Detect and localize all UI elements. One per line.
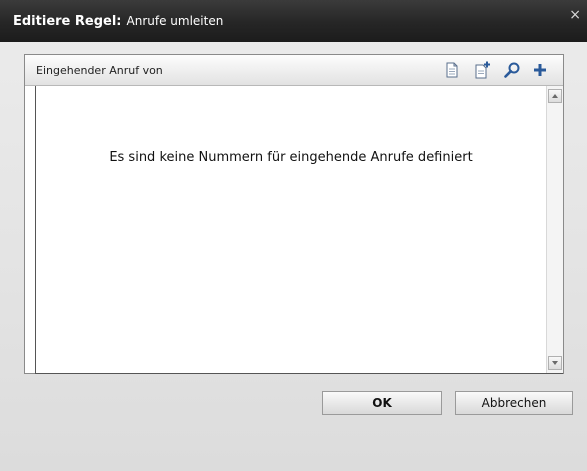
ok-button[interactable]: OK <box>322 391 442 415</box>
new-document-icon[interactable] <box>473 61 491 79</box>
scroll-down-button[interactable] <box>548 356 562 370</box>
chevron-up-icon <box>552 94 558 98</box>
add-icon[interactable] <box>531 61 549 79</box>
scroll-up-button[interactable] <box>548 89 562 103</box>
incoming-numbers-list[interactable]: Es sind keine Nummern für eingehende Anr… <box>35 86 563 374</box>
close-icon[interactable]: × <box>569 8 581 22</box>
document-icon[interactable] <box>443 61 461 79</box>
search-icon[interactable] <box>503 61 521 79</box>
empty-list-message: Es sind keine Nummern für eingehende Anr… <box>109 150 473 165</box>
edit-rule-dialog: Editiere Regel: Anrufe umleiten × Eingeh… <box>0 0 587 471</box>
panel-header: Eingehender Anruf von <box>25 55 563 86</box>
dialog-titlebar[interactable]: Editiere Regel: Anrufe umleiten × <box>0 0 587 42</box>
panel-title: Eingehender Anruf von <box>36 64 163 77</box>
incoming-call-panel: Eingehender Anruf von Es sind keine Numm… <box>24 54 564 374</box>
chevron-down-icon <box>552 361 558 365</box>
dialog-title: Anrufe umleiten <box>126 14 224 28</box>
dialog-title-prefix: Editiere Regel: <box>13 13 122 29</box>
vertical-scrollbar[interactable] <box>546 86 563 373</box>
cancel-button[interactable]: Abbrechen <box>455 391 573 415</box>
